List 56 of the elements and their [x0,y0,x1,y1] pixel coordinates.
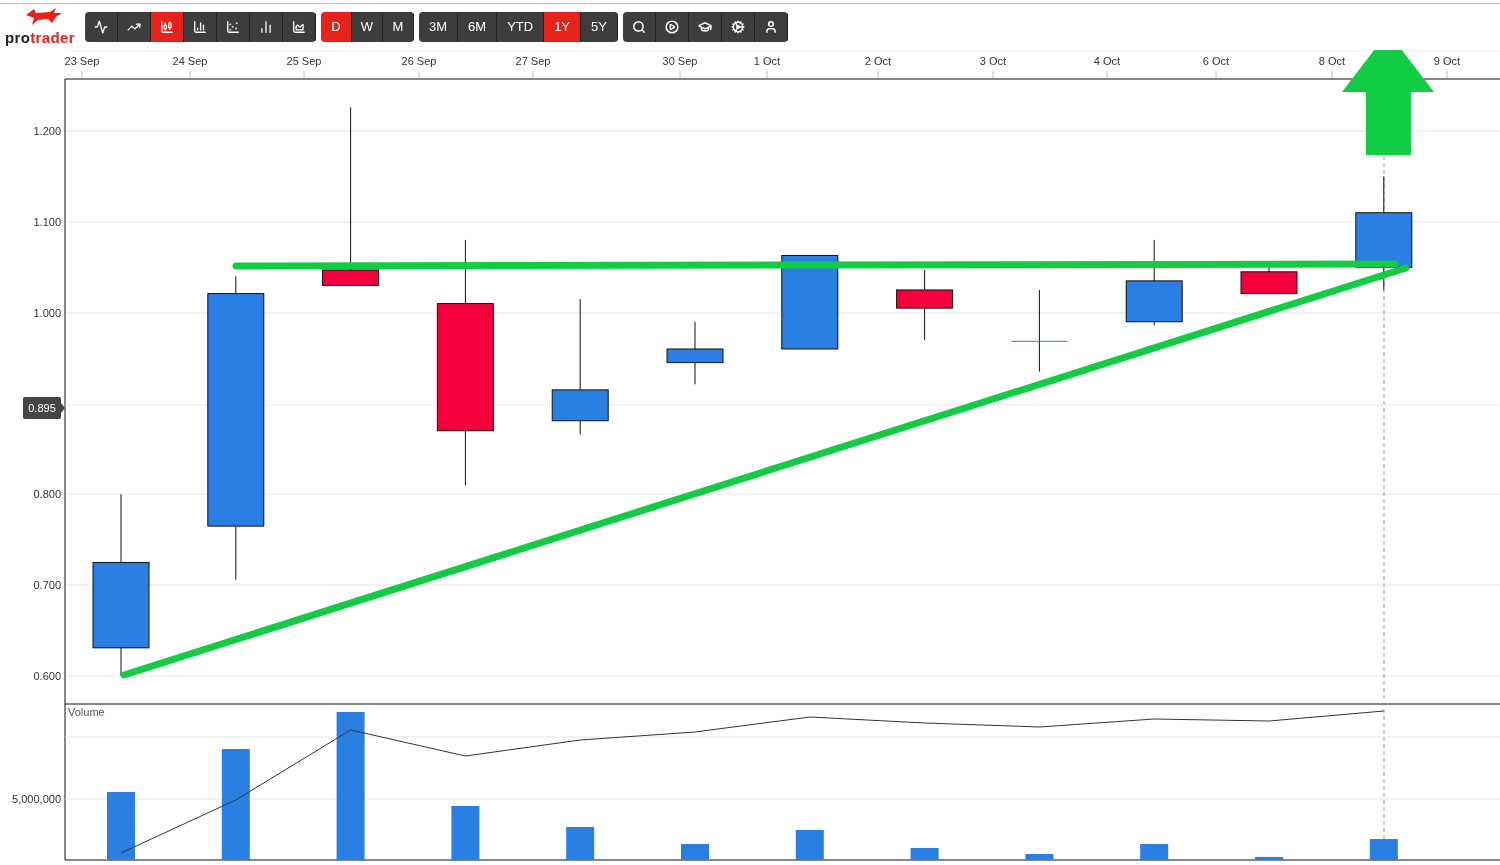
date-label: 6 Oct [1202,55,1230,67]
tool-button[interactable] [754,12,788,42]
range-button[interactable]: YTD [497,12,545,42]
price-label: 1.000 [33,307,61,319]
chart-type-button[interactable] [118,12,151,42]
chart-type-button[interactable] [184,12,217,42]
price-label: 1.200 [33,125,61,137]
interval-button[interactable]: W [352,12,383,42]
price-label: 0.600 [33,670,61,682]
date-label: 4 Oct [1093,55,1121,67]
range-button[interactable]: 5Y [581,12,618,42]
dots-chart-icon [226,20,240,34]
date-label: 9 Oct [1433,55,1461,67]
interval-button[interactable]: D [321,12,352,42]
price-label: 0.700 [33,579,61,591]
candles-chart-icon [160,20,174,34]
volume-title: Volume [68,706,105,718]
ohlc-chart-icon [94,20,108,34]
user-icon [763,20,778,34]
candlestick [896,269,954,341]
chart-type-button[interactable] [151,12,184,42]
price-label: 0.800 [33,488,61,500]
bars-chart-icon [259,20,273,34]
tool-button[interactable] [622,12,656,42]
graduation-cap-icon [697,20,712,34]
logo[interactable]: protrader [0,9,80,45]
date-label: 24 Sep [172,55,208,67]
tool-button[interactable] [655,12,689,42]
columns-chart-icon [193,20,207,34]
date-label: 8 Oct [1318,55,1346,67]
date-label: 27 Sep [515,55,551,67]
price-label: 1.100 [33,216,61,228]
date-label: 26 Sep [401,55,437,67]
chart-type-button[interactable] [217,12,250,42]
settings-icon [730,20,745,34]
chart-type-button[interactable] [283,12,316,42]
date-label: 30 Sep [662,55,698,67]
logo-text: protrader [4,30,76,45]
area-chart-icon [292,20,306,34]
date-label: 25 Sep [286,55,322,67]
date-label: 1 Oct [753,55,781,67]
range-button[interactable]: 3M [419,12,459,42]
date-label: 23 Sep [64,55,100,67]
range-button[interactable]: 1Y [544,12,582,42]
date-label: 3 Oct [979,55,1007,67]
interval-button[interactable]: M [383,12,414,42]
play-icon [664,20,679,34]
tool-button[interactable] [688,12,722,42]
volume-label: 5,000,000 [12,793,61,805]
chart-type-button[interactable] [250,12,283,42]
candlestick [666,321,724,385]
chart-type-button[interactable] [85,12,118,42]
search-icon [631,20,646,34]
date-label: 2 Oct [864,55,892,67]
tool-button[interactable] [721,12,755,42]
range-button[interactable]: 6M [458,12,498,42]
